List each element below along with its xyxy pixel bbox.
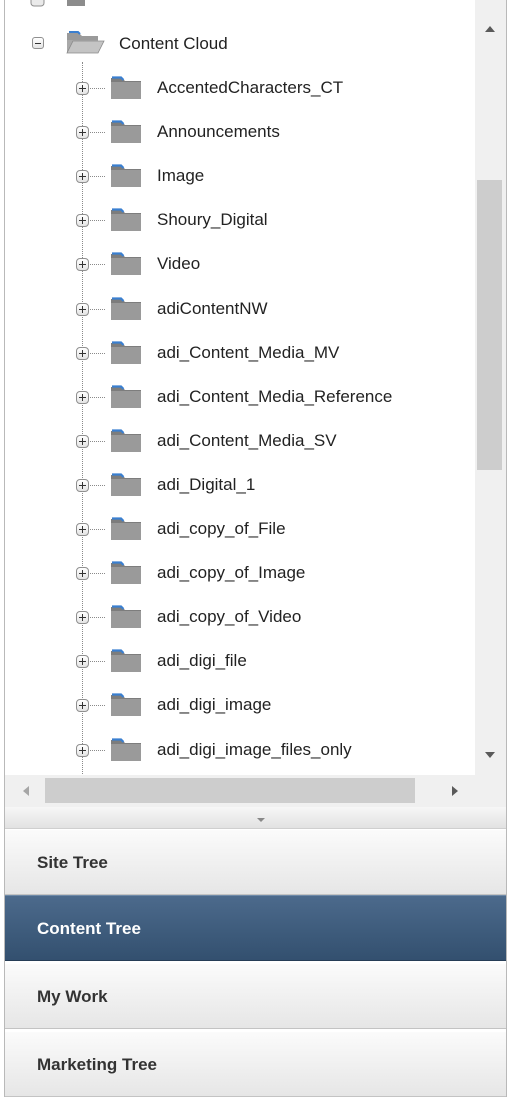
tree-node[interactable]: adi_copy_of_Video bbox=[5, 595, 475, 639]
vertical-scroll-thumb[interactable] bbox=[477, 180, 502, 470]
tab-label: My Work bbox=[37, 987, 108, 1006]
collapse-icon[interactable] bbox=[32, 37, 44, 49]
vertical-scrollbar[interactable] bbox=[475, 0, 506, 775]
tree-node-label: adi_digi_file bbox=[157, 651, 247, 671]
tree-node[interactable]: Shoury_Digital bbox=[5, 198, 475, 242]
tree-node-label: adi_Digital_1 bbox=[157, 474, 256, 494]
folder-icon bbox=[111, 252, 141, 276]
tab-my-work[interactable]: My Work bbox=[5, 963, 506, 1029]
tab-content-tree[interactable]: Content Tree bbox=[5, 895, 506, 961]
tree-node[interactable]: AccentedCharacters_CT bbox=[5, 66, 475, 110]
partial-tree-row bbox=[30, 0, 85, 7]
scroll-up-icon[interactable] bbox=[485, 26, 495, 32]
content-tree: Content Cloud AccentedCharacters_CT Annou… bbox=[5, 0, 475, 775]
expand-icon[interactable] bbox=[76, 743, 89, 757]
tree-node[interactable]: Announcements bbox=[5, 110, 475, 154]
expand-icon[interactable] bbox=[76, 258, 89, 272]
tree-node[interactable]: adi_copy_of_Image bbox=[5, 551, 475, 595]
expand-icon[interactable] bbox=[76, 478, 89, 492]
folder-icon bbox=[111, 693, 141, 717]
navigation-panel: Content Cloud AccentedCharacters_CT Annou… bbox=[4, 0, 507, 1097]
scroll-right-icon[interactable] bbox=[452, 786, 458, 796]
scroll-down-icon[interactable] bbox=[485, 752, 495, 758]
tree-node[interactable]: adi_Digital_1 bbox=[5, 463, 475, 507]
expand-icon[interactable] bbox=[76, 523, 89, 536]
folder-icon bbox=[111, 340, 141, 364]
tree-node-label: Announcements bbox=[157, 122, 280, 142]
tab-site-tree[interactable]: Site Tree bbox=[5, 829, 506, 895]
folder-icon bbox=[111, 429, 141, 452]
tab-marketing-tree[interactable]: Marketing Tree bbox=[5, 1031, 506, 1097]
folder-icon bbox=[111, 605, 141, 629]
folder-icon bbox=[111, 649, 141, 673]
tree-node-label: adi_Content_Media_SV bbox=[157, 430, 337, 450]
tree-node-label: adi_copy_of_File bbox=[157, 519, 286, 538]
tree-node-label: adi_digi_image bbox=[157, 695, 272, 715]
tree-node-label: AccentedCharacters_CT bbox=[157, 78, 344, 97]
tree-node-label: Image bbox=[157, 166, 205, 186]
scrollbar-corner bbox=[475, 775, 506, 807]
tree-node[interactable]: adi_Content_Media_SV bbox=[5, 419, 475, 463]
splitter-arrow-icon[interactable] bbox=[257, 818, 265, 822]
tree-node-label: adi_Content_Media_MV bbox=[157, 342, 340, 362]
tree-node-label: Content Cloud bbox=[119, 34, 228, 53]
tree-node-label: adi_copy_of_Video bbox=[157, 607, 302, 627]
tree-node-label: Video bbox=[157, 254, 201, 274]
tree-node[interactable]: Image bbox=[5, 154, 475, 198]
tree-node[interactable]: Video bbox=[5, 242, 475, 286]
folder-icon bbox=[111, 208, 141, 232]
tree-node[interactable]: adi_Content_Media_Reference bbox=[5, 375, 475, 419]
panel-splitter[interactable] bbox=[5, 807, 506, 829]
folder-icon bbox=[111, 120, 141, 144]
folder-icon bbox=[111, 385, 141, 408]
tab-label: Marketing Tree bbox=[37, 1055, 157, 1074]
expand-icon[interactable] bbox=[76, 611, 89, 625]
expand-icon[interactable] bbox=[76, 699, 89, 713]
folder-icon bbox=[111, 164, 141, 188]
tree-node[interactable]: adiContentNW bbox=[5, 287, 475, 331]
folder-icon bbox=[111, 561, 141, 585]
expand-icon[interactable] bbox=[76, 214, 89, 228]
folder-icon bbox=[111, 517, 141, 540]
expand-icon[interactable] bbox=[76, 346, 89, 360]
expand-icon[interactable] bbox=[76, 434, 89, 448]
tree-node[interactable]: adi_digi_file bbox=[5, 639, 475, 683]
tree-node-label: adi_copy_of_Image bbox=[157, 563, 306, 583]
open-folder-icon bbox=[66, 31, 105, 54]
tree-node[interactable]: adi_digi_image bbox=[5, 683, 475, 727]
expand-icon[interactable] bbox=[76, 170, 89, 184]
folder-icon bbox=[111, 76, 141, 99]
expand-icon[interactable] bbox=[76, 126, 89, 140]
tree-node[interactable]: adi_Content_Media_MV bbox=[5, 331, 475, 375]
tree-node[interactable]: adi_digi_image_files_only bbox=[5, 728, 475, 772]
expand-icon[interactable] bbox=[76, 567, 89, 581]
expand-icon[interactable] bbox=[76, 390, 89, 404]
scroll-left-icon[interactable] bbox=[23, 786, 29, 796]
expand-icon[interactable] bbox=[76, 655, 89, 669]
tree-node-label: adi_Content_Media_Reference bbox=[157, 386, 393, 406]
tree-node-content-cloud[interactable]: Content Cloud bbox=[5, 22, 475, 66]
horizontal-scroll-thumb[interactable] bbox=[45, 778, 415, 803]
horizontal-scrollbar[interactable] bbox=[5, 775, 475, 807]
tree-node[interactable]: adi_copy_of_File bbox=[5, 507, 475, 551]
tree-node-label: adiContentNW bbox=[157, 298, 268, 318]
expand-icon[interactable] bbox=[76, 302, 89, 316]
folder-icon bbox=[111, 737, 141, 761]
tab-label: Content Tree bbox=[37, 919, 141, 938]
tree-node-label: adi_digi_image_files_only bbox=[157, 739, 352, 759]
folder-icon bbox=[111, 296, 141, 320]
tab-label: Site Tree bbox=[37, 853, 108, 872]
folder-icon bbox=[111, 473, 141, 496]
expand-icon[interactable] bbox=[76, 82, 89, 95]
tree-node-label: Shoury_Digital bbox=[157, 210, 268, 230]
